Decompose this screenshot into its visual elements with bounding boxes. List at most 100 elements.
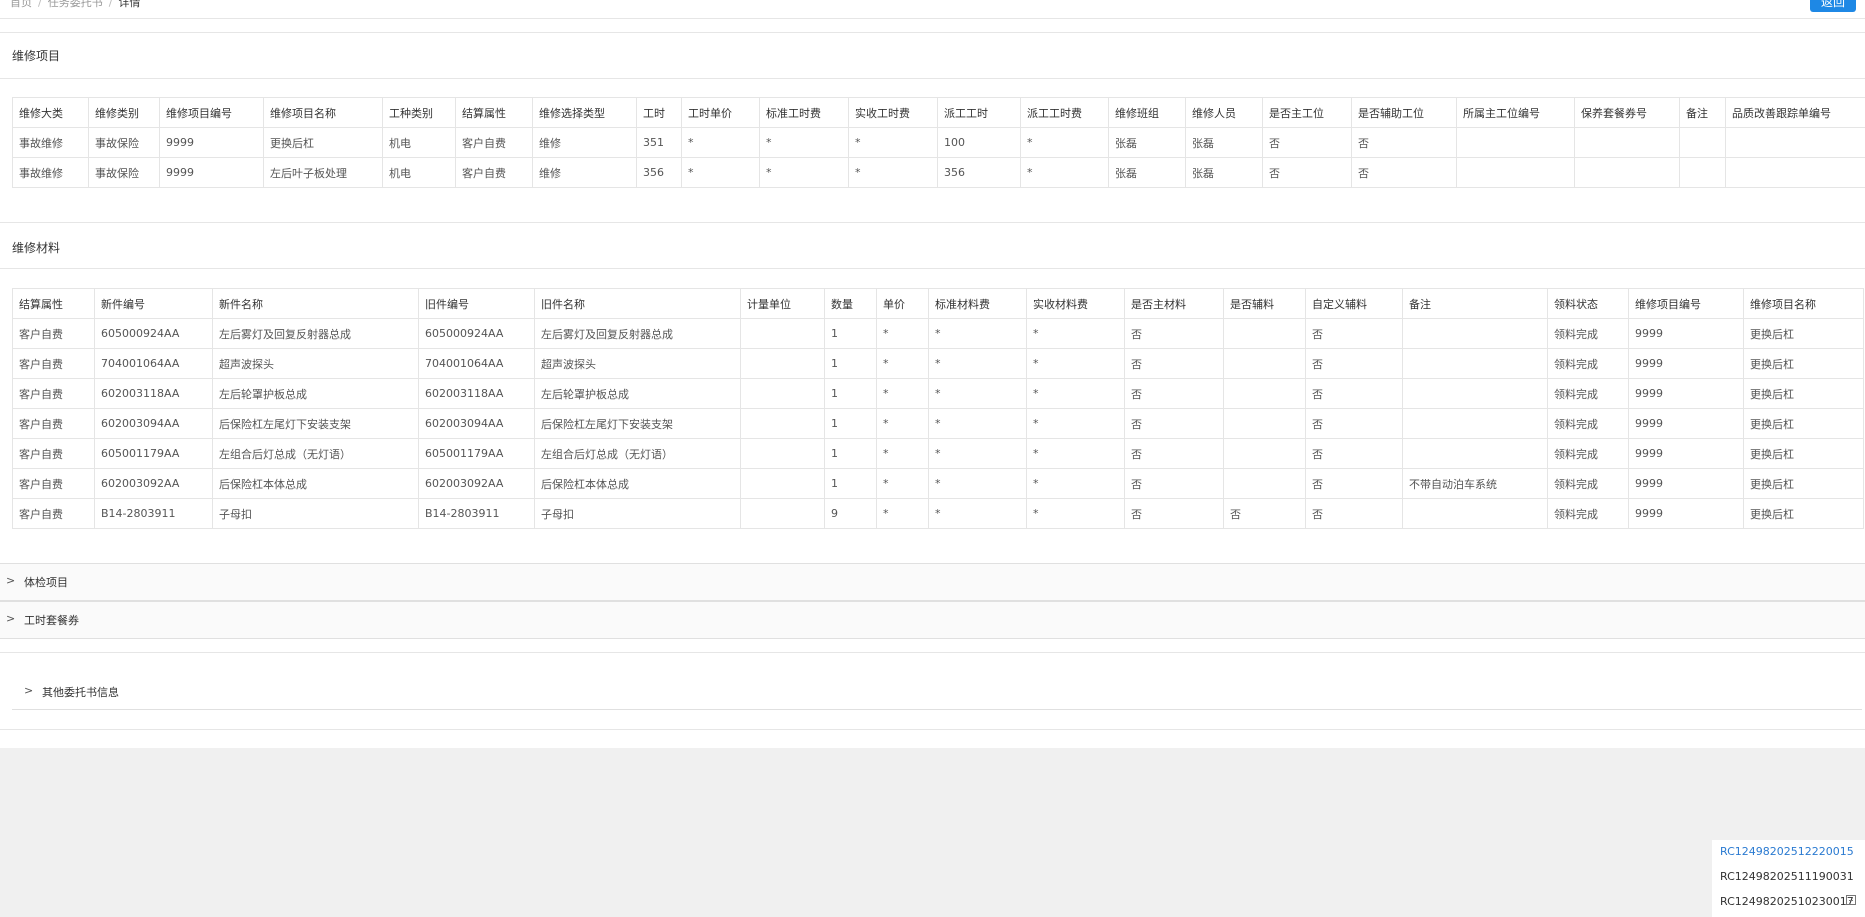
table-cell: * — [1026, 498, 1125, 529]
history-item[interactable]: RC12498202512220015 — [1720, 845, 1854, 858]
breadcrumb-home[interactable]: 首页 — [10, 0, 32, 9]
table-cell: 602003118AA — [94, 378, 213, 409]
top-bar: 首页 / 任务委托书 / 详情 返回 — [0, 0, 1865, 19]
table-cell: 超声波探头 — [534, 348, 741, 379]
table-cell: 左组合后灯总成（无灯语） — [534, 438, 741, 469]
table-cell: * — [876, 498, 929, 529]
column-header: 维修班组 — [1108, 97, 1186, 128]
table-cell: 否 — [1124, 378, 1224, 409]
table-cell: * — [681, 157, 760, 188]
column-header: 新件名称 — [212, 288, 419, 319]
table-cell: 9999 — [159, 157, 264, 188]
table-cell: 否 — [1223, 498, 1306, 529]
table-cell: 左后雾灯及回复反射器总成 — [534, 318, 741, 349]
table-cell: 更换后杠 — [1743, 468, 1864, 499]
back-button[interactable]: 返回 — [1810, 0, 1856, 12]
table-cell: 事故维修 — [12, 157, 89, 188]
table-cell: 领料完成 — [1547, 408, 1629, 439]
section-divider — [0, 222, 1865, 223]
table-cell: 左组合后灯总成（无灯语） — [212, 438, 419, 469]
section-label: 体检项目 — [24, 576, 68, 589]
column-header: 维修项目编号 — [159, 97, 264, 128]
table-cell: 领料完成 — [1547, 468, 1629, 499]
history-item[interactable]: RC12498202510230017 — [1720, 895, 1854, 908]
table-cell: 1 — [824, 378, 877, 409]
column-header: 维修类别 — [88, 97, 160, 128]
table-cell: 领料完成 — [1547, 348, 1629, 379]
table-cell: 客户自费 — [12, 468, 95, 499]
table-row: 客户自费 704001064AA 超声波探头 704001064AA 超声波探头 1 * * *… — [12, 348, 1864, 379]
table-cell: 领料完成 — [1547, 318, 1629, 349]
table-row: 事故维修 事故保险 9999 左后叶子板处理 机电 客户自费 维修 356 * * * 356 * 张磊张… — [12, 157, 1865, 188]
column-header: 标准工时费 — [759, 97, 849, 128]
table-cell: 后保险杠左尾灯下安装支架 — [534, 408, 741, 439]
column-header: 工时单价 — [681, 97, 760, 128]
table-cell: 左后雾灯及回复反射器总成 — [212, 318, 419, 349]
table-cell: 客户自费 — [12, 498, 95, 529]
table-cell: 客户自费 — [12, 318, 95, 349]
table-cell: 领料完成 — [1547, 498, 1629, 529]
column-header: 领料状态 — [1547, 288, 1629, 319]
column-header: 结算属性 — [455, 97, 533, 128]
table-cell: 事故保险 — [88, 157, 160, 188]
table-cell: 超声波探头 — [212, 348, 419, 379]
collapse-menu-icon[interactable] — [1846, 895, 1856, 905]
table-cell: * — [681, 127, 760, 158]
section-divider — [0, 729, 1865, 730]
column-header: 旧件编号 — [418, 288, 535, 319]
order-history-list: RC12498202512220015 RC12498202511190031 … — [1712, 840, 1865, 917]
table-cell: 更换后杠 — [1743, 408, 1864, 439]
table-cell: 否 — [1124, 468, 1224, 499]
history-item[interactable]: RC12498202511190031 — [1720, 870, 1854, 883]
table-cell — [740, 498, 825, 529]
column-header: 旧件名称 — [534, 288, 741, 319]
table-cell — [1456, 157, 1575, 188]
table-cell: 客户自费 — [12, 378, 95, 409]
table-cell: 更换后杠 — [1743, 498, 1864, 529]
column-header: 维修项目编号 — [1628, 288, 1744, 319]
table-cell — [740, 348, 825, 379]
table-cell: 否 — [1305, 438, 1403, 469]
section-physical-check[interactable]: > 体检项目 — [0, 563, 1865, 601]
table-cell: 张磊 — [1108, 127, 1186, 158]
table-row: 客户自费 602003118AA 左后轮罩护板总成 602003118AA 左后轮罩护板… — [12, 378, 1864, 409]
section-divider — [0, 652, 1865, 653]
breadcrumb-task-order[interactable]: 任务委托书 — [48, 0, 103, 9]
table-cell: 否 — [1262, 127, 1352, 158]
table-cell: * — [848, 157, 938, 188]
table-cell — [740, 468, 825, 499]
table-cell: 9999 — [1628, 438, 1744, 469]
column-header: 工时 — [636, 97, 682, 128]
table-cell: 事故维修 — [12, 127, 89, 158]
table-cell: 更换后杠 — [1743, 378, 1864, 409]
table-cell: 605001179AA — [418, 438, 535, 469]
section-divider — [0, 268, 1865, 269]
table-cell: 事故保险 — [88, 127, 160, 158]
table-cell: 1 — [824, 468, 877, 499]
table-cell: * — [759, 157, 849, 188]
table-cell: 9999 — [1628, 468, 1744, 499]
column-header: 单价 — [876, 288, 929, 319]
breadcrumb-separator: / — [38, 0, 42, 9]
table-cell — [1402, 318, 1548, 349]
table-cell: 9999 — [1628, 348, 1744, 379]
chevron-right-icon: > — [6, 612, 16, 625]
table-cell: 领料完成 — [1547, 378, 1629, 409]
table-cell: * — [876, 378, 929, 409]
table-cell: * — [876, 438, 929, 469]
column-header: 实收材料费 — [1026, 288, 1125, 319]
table-cell: * — [876, 408, 929, 439]
table-cell — [1574, 157, 1680, 188]
table-cell — [740, 378, 825, 409]
table-row: 客户自费 602003092AA 后保险杠本体总成 602003092AA 后保险杠本体… — [12, 468, 1864, 499]
table-cell: 1 — [824, 408, 877, 439]
table-cell — [1679, 127, 1726, 158]
table-cell: 否 — [1305, 468, 1403, 499]
other-order-info-toggle[interactable]: > 其他委托书信息 — [12, 673, 1862, 710]
table-cell — [1456, 127, 1575, 158]
table-cell: 602003092AA — [94, 468, 213, 499]
table-cell: * — [876, 348, 929, 379]
section-labor-voucher[interactable]: > 工时套餐券 — [0, 601, 1865, 639]
table-cell: 否 — [1351, 157, 1457, 188]
table-cell — [1223, 318, 1306, 349]
